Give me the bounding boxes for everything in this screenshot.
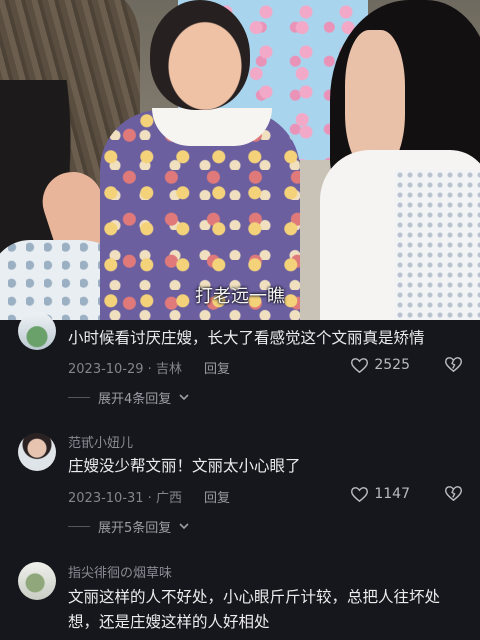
expand-replies-button[interactable]: 展开4条回复 — [68, 388, 189, 407]
avatar[interactable] — [18, 433, 56, 471]
reply-button[interactable]: 回复 — [204, 487, 230, 506]
dislike-button[interactable] — [445, 357, 462, 372]
comment-username[interactable]: 指尖徘徊の烟草味 — [68, 562, 172, 581]
broken-heart-icon — [445, 357, 462, 372]
dislike-button[interactable] — [445, 486, 462, 501]
comment-text: 庄嫂没少帮文丽！文丽太小心眼了 — [68, 457, 301, 475]
woman-head — [150, 0, 250, 110]
like-count: 1147 — [374, 486, 410, 502]
expand-replies-label: 展开4条回复 — [98, 392, 172, 407]
like-button[interactable]: 1147 — [351, 486, 410, 502]
right-girl-face — [345, 30, 405, 170]
chevron-down-icon — [179, 519, 189, 534]
divider-line — [68, 397, 90, 398]
heart-icon — [351, 357, 369, 373]
comment-meta: 2023-10-31 · 广西 回复 — [68, 487, 230, 506]
video-frame[interactable]: 打老远一瞧 — [0, 0, 480, 320]
divider-line — [68, 526, 90, 527]
comment-meta: 2023-10-29 · 吉林 回复 — [68, 358, 230, 377]
comment-text: 文丽这样的人不好处，小心眼斤斤计较，总把人往坏处想，还是庄嫂这样的人好相处 — [68, 588, 441, 631]
comment-date-location: 2023-10-31 · 广西 — [68, 491, 182, 506]
expand-replies-label: 展开5条回复 — [98, 521, 172, 536]
like-count: 2525 — [374, 357, 410, 373]
broken-heart-icon — [445, 486, 462, 501]
like-button[interactable]: 2525 — [351, 357, 410, 373]
reply-button[interactable]: 回复 — [204, 358, 230, 377]
woman-white-collar — [152, 108, 272, 146]
heart-icon — [351, 486, 369, 502]
comment-date-location: 2023-10-29 · 吉林 — [68, 362, 182, 377]
comment-username[interactable]: 范甙小妞儿 — [68, 432, 133, 451]
comment-text: 小时候看讨厌庄嫂，长大了看感觉这个文丽真是矫情 — [68, 329, 425, 347]
chevron-down-icon — [179, 390, 189, 405]
expand-replies-button[interactable]: 展开5条回复 — [68, 517, 189, 536]
video-subtitle: 打老远一瞧 — [195, 286, 285, 307]
avatar[interactable] — [18, 562, 56, 600]
avatar[interactable] — [18, 312, 56, 350]
